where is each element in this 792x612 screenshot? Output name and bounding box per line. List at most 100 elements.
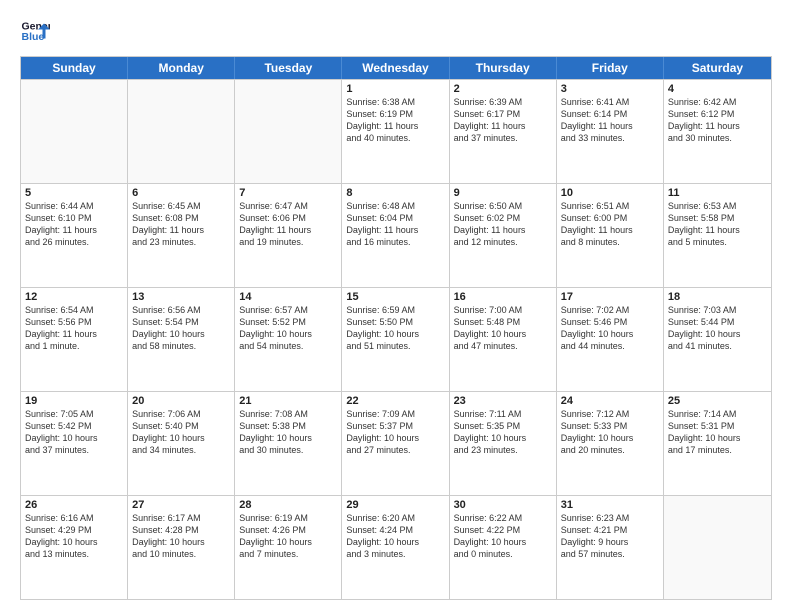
day-number: 1 — [346, 83, 444, 95]
calendar-cell: 25Sunrise: 7:14 AM Sunset: 5:31 PM Dayli… — [664, 392, 771, 495]
day-number: 8 — [346, 187, 444, 199]
day-info: Sunrise: 7:06 AM Sunset: 5:40 PM Dayligh… — [132, 408, 230, 457]
calendar-cell: 20Sunrise: 7:06 AM Sunset: 5:40 PM Dayli… — [128, 392, 235, 495]
calendar-cell: 22Sunrise: 7:09 AM Sunset: 5:37 PM Dayli… — [342, 392, 449, 495]
day-number: 21 — [239, 395, 337, 407]
day-info: Sunrise: 6:41 AM Sunset: 6:14 PM Dayligh… — [561, 96, 659, 145]
day-number: 29 — [346, 499, 444, 511]
day-info: Sunrise: 7:09 AM Sunset: 5:37 PM Dayligh… — [346, 408, 444, 457]
day-info: Sunrise: 6:22 AM Sunset: 4:22 PM Dayligh… — [454, 512, 552, 561]
day-number: 6 — [132, 187, 230, 199]
calendar-cell: 14Sunrise: 6:57 AM Sunset: 5:52 PM Dayli… — [235, 288, 342, 391]
calendar-row: 1Sunrise: 6:38 AM Sunset: 6:19 PM Daylig… — [21, 79, 771, 183]
day-number: 17 — [561, 291, 659, 303]
calendar-cell — [664, 496, 771, 599]
calendar-cell: 24Sunrise: 7:12 AM Sunset: 5:33 PM Dayli… — [557, 392, 664, 495]
calendar-cell — [21, 80, 128, 183]
day-number: 22 — [346, 395, 444, 407]
calendar-cell: 2Sunrise: 6:39 AM Sunset: 6:17 PM Daylig… — [450, 80, 557, 183]
day-info: Sunrise: 7:02 AM Sunset: 5:46 PM Dayligh… — [561, 304, 659, 353]
weekday-header: Thursday — [450, 57, 557, 79]
logo-icon: General Blue — [20, 16, 50, 46]
day-info: Sunrise: 6:19 AM Sunset: 4:26 PM Dayligh… — [239, 512, 337, 561]
day-info: Sunrise: 7:08 AM Sunset: 5:38 PM Dayligh… — [239, 408, 337, 457]
calendar-cell — [235, 80, 342, 183]
day-info: Sunrise: 6:54 AM Sunset: 5:56 PM Dayligh… — [25, 304, 123, 353]
weekday-header: Friday — [557, 57, 664, 79]
day-info: Sunrise: 6:51 AM Sunset: 6:00 PM Dayligh… — [561, 200, 659, 249]
day-number: 28 — [239, 499, 337, 511]
weekday-header: Monday — [128, 57, 235, 79]
day-number: 20 — [132, 395, 230, 407]
day-number: 11 — [668, 187, 767, 199]
day-number: 10 — [561, 187, 659, 199]
day-number: 30 — [454, 499, 552, 511]
day-info: Sunrise: 6:38 AM Sunset: 6:19 PM Dayligh… — [346, 96, 444, 145]
weekday-header: Sunday — [21, 57, 128, 79]
weekday-header: Saturday — [664, 57, 771, 79]
page: General Blue SundayMondayTuesdayWednesda… — [0, 0, 792, 612]
weekday-header: Wednesday — [342, 57, 449, 79]
calendar-header: SundayMondayTuesdayWednesdayThursdayFrid… — [21, 57, 771, 79]
day-number: 7 — [239, 187, 337, 199]
day-info: Sunrise: 6:44 AM Sunset: 6:10 PM Dayligh… — [25, 200, 123, 249]
calendar-body: 1Sunrise: 6:38 AM Sunset: 6:19 PM Daylig… — [21, 79, 771, 599]
day-number: 19 — [25, 395, 123, 407]
day-number: 2 — [454, 83, 552, 95]
calendar-cell: 11Sunrise: 6:53 AM Sunset: 5:58 PM Dayli… — [664, 184, 771, 287]
day-info: Sunrise: 6:48 AM Sunset: 6:04 PM Dayligh… — [346, 200, 444, 249]
calendar-row: 19Sunrise: 7:05 AM Sunset: 5:42 PM Dayli… — [21, 391, 771, 495]
day-info: Sunrise: 7:05 AM Sunset: 5:42 PM Dayligh… — [25, 408, 123, 457]
calendar-cell: 9Sunrise: 6:50 AM Sunset: 6:02 PM Daylig… — [450, 184, 557, 287]
day-info: Sunrise: 7:14 AM Sunset: 5:31 PM Dayligh… — [668, 408, 767, 457]
day-number: 26 — [25, 499, 123, 511]
day-info: Sunrise: 7:00 AM Sunset: 5:48 PM Dayligh… — [454, 304, 552, 353]
day-number: 9 — [454, 187, 552, 199]
svg-text:Blue: Blue — [22, 31, 45, 43]
calendar-cell: 15Sunrise: 6:59 AM Sunset: 5:50 PM Dayli… — [342, 288, 449, 391]
day-info: Sunrise: 6:45 AM Sunset: 6:08 PM Dayligh… — [132, 200, 230, 249]
calendar-cell: 31Sunrise: 6:23 AM Sunset: 4:21 PM Dayli… — [557, 496, 664, 599]
day-info: Sunrise: 6:53 AM Sunset: 5:58 PM Dayligh… — [668, 200, 767, 249]
calendar-cell: 27Sunrise: 6:17 AM Sunset: 4:28 PM Dayli… — [128, 496, 235, 599]
calendar-cell: 21Sunrise: 7:08 AM Sunset: 5:38 PM Dayli… — [235, 392, 342, 495]
day-info: Sunrise: 6:57 AM Sunset: 5:52 PM Dayligh… — [239, 304, 337, 353]
calendar-cell: 23Sunrise: 7:11 AM Sunset: 5:35 PM Dayli… — [450, 392, 557, 495]
weekday-header: Tuesday — [235, 57, 342, 79]
day-info: Sunrise: 7:03 AM Sunset: 5:44 PM Dayligh… — [668, 304, 767, 353]
day-info: Sunrise: 7:11 AM Sunset: 5:35 PM Dayligh… — [454, 408, 552, 457]
day-number: 25 — [668, 395, 767, 407]
day-number: 18 — [668, 291, 767, 303]
calendar-cell: 26Sunrise: 6:16 AM Sunset: 4:29 PM Dayli… — [21, 496, 128, 599]
day-info: Sunrise: 7:12 AM Sunset: 5:33 PM Dayligh… — [561, 408, 659, 457]
calendar-cell: 1Sunrise: 6:38 AM Sunset: 6:19 PM Daylig… — [342, 80, 449, 183]
day-info: Sunrise: 6:42 AM Sunset: 6:12 PM Dayligh… — [668, 96, 767, 145]
day-info: Sunrise: 6:17 AM Sunset: 4:28 PM Dayligh… — [132, 512, 230, 561]
day-number: 14 — [239, 291, 337, 303]
day-info: Sunrise: 6:39 AM Sunset: 6:17 PM Dayligh… — [454, 96, 552, 145]
calendar-cell: 10Sunrise: 6:51 AM Sunset: 6:00 PM Dayli… — [557, 184, 664, 287]
calendar-cell: 19Sunrise: 7:05 AM Sunset: 5:42 PM Dayli… — [21, 392, 128, 495]
day-info: Sunrise: 6:47 AM Sunset: 6:06 PM Dayligh… — [239, 200, 337, 249]
logo: General Blue — [20, 16, 54, 46]
calendar-cell: 17Sunrise: 7:02 AM Sunset: 5:46 PM Dayli… — [557, 288, 664, 391]
day-number: 4 — [668, 83, 767, 95]
calendar-cell: 7Sunrise: 6:47 AM Sunset: 6:06 PM Daylig… — [235, 184, 342, 287]
calendar-cell: 8Sunrise: 6:48 AM Sunset: 6:04 PM Daylig… — [342, 184, 449, 287]
day-number: 24 — [561, 395, 659, 407]
day-info: Sunrise: 6:16 AM Sunset: 4:29 PM Dayligh… — [25, 512, 123, 561]
day-info: Sunrise: 6:23 AM Sunset: 4:21 PM Dayligh… — [561, 512, 659, 561]
calendar-cell: 30Sunrise: 6:22 AM Sunset: 4:22 PM Dayli… — [450, 496, 557, 599]
calendar-cell: 3Sunrise: 6:41 AM Sunset: 6:14 PM Daylig… — [557, 80, 664, 183]
calendar: SundayMondayTuesdayWednesdayThursdayFrid… — [20, 56, 772, 600]
day-number: 5 — [25, 187, 123, 199]
calendar-cell: 6Sunrise: 6:45 AM Sunset: 6:08 PM Daylig… — [128, 184, 235, 287]
day-number: 31 — [561, 499, 659, 511]
day-number: 3 — [561, 83, 659, 95]
calendar-cell: 13Sunrise: 6:56 AM Sunset: 5:54 PM Dayli… — [128, 288, 235, 391]
calendar-cell: 16Sunrise: 7:00 AM Sunset: 5:48 PM Dayli… — [450, 288, 557, 391]
day-number: 12 — [25, 291, 123, 303]
day-number: 27 — [132, 499, 230, 511]
header: General Blue — [20, 16, 772, 46]
calendar-cell: 29Sunrise: 6:20 AM Sunset: 4:24 PM Dayli… — [342, 496, 449, 599]
